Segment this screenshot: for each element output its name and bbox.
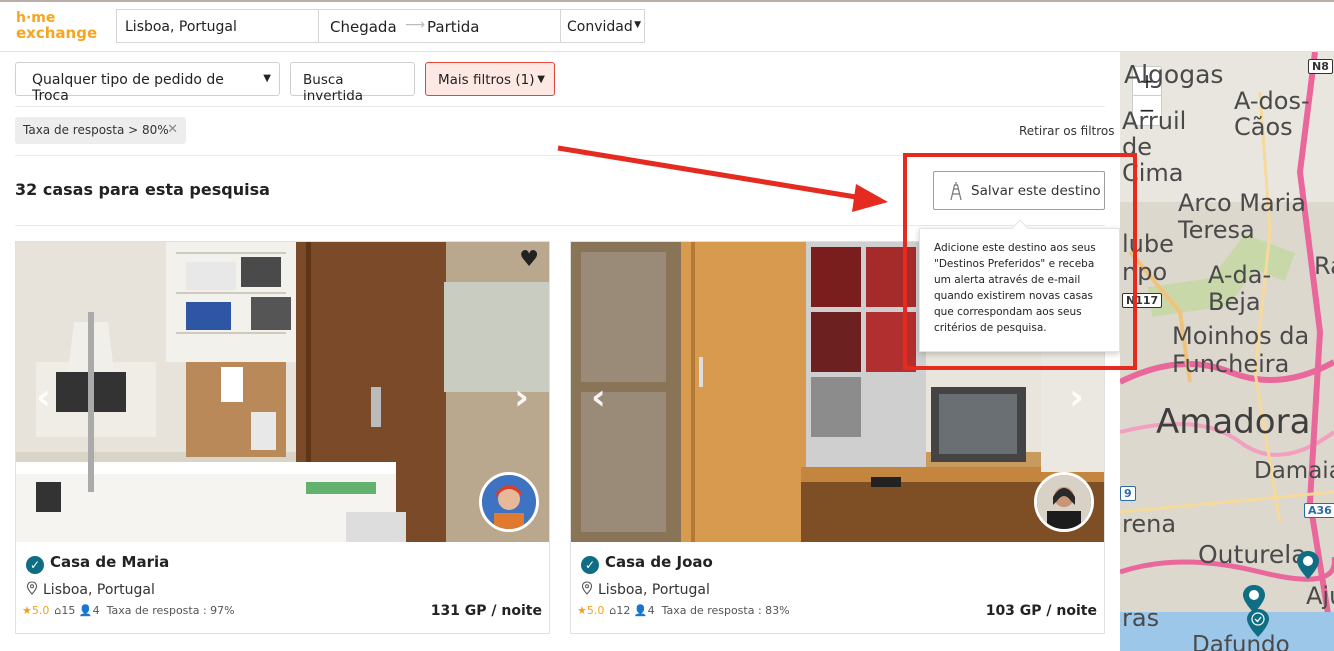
heart-icon[interactable]: ♥ xyxy=(519,247,539,272)
header: h·me exchange Lisboa, Portugal Chegada ⟶… xyxy=(0,2,1334,52)
annotation-highlight-box xyxy=(903,153,1137,370)
road-number-badge: 9 xyxy=(1120,486,1136,501)
more-filters-label: Mais filtros (1) xyxy=(438,72,535,88)
divider xyxy=(15,106,1105,107)
rating-value: 5.0 xyxy=(586,604,605,617)
date-range-picker[interactable]: Chegada ⟶ Partida xyxy=(318,9,561,43)
listing-title-text: Casa de Maria xyxy=(50,553,170,571)
listing-location-text: Lisboa, Portugal xyxy=(598,582,710,598)
guest-count: 4 xyxy=(92,604,100,617)
exchange-type-label: Qualquer tipo de pedido de Troca xyxy=(32,72,224,104)
arrow-right-icon: ⟶ xyxy=(405,17,426,33)
response-rate: Taxa de resposta : 97% xyxy=(106,604,235,617)
home-count: 15 xyxy=(61,604,76,617)
location-pin-icon xyxy=(581,581,593,595)
home-count: 12 xyxy=(616,604,631,617)
map-label: Aju xyxy=(1306,582,1334,610)
room-photo-illustration xyxy=(16,242,549,542)
guests-label: Convidad xyxy=(567,19,633,35)
map-label: Moinhos da Funcheira xyxy=(1172,322,1310,378)
close-icon[interactable]: ✕ xyxy=(167,122,178,137)
chevron-left-icon[interactable]: ‹ xyxy=(36,377,51,418)
location-value: Lisboa, Portugal xyxy=(125,19,237,35)
listing-price: 103 GP / noite xyxy=(985,603,1097,619)
chevron-down-icon: ▼ xyxy=(263,73,271,84)
location-pin-icon xyxy=(26,581,38,595)
more-filters-button[interactable]: Mais filtros (1) ▼ xyxy=(425,62,555,96)
star-icon: ★ xyxy=(577,604,587,617)
map-label: Outurela xyxy=(1198,540,1307,569)
listing-title[interactable]: ✓ Casa de Joao xyxy=(581,553,713,574)
listing-card[interactable]: ‹ › ♥ ✓ Casa de Maria Lisboa, Portugal ★5… xyxy=(15,241,550,634)
map-label: A-dos-Cãos xyxy=(1234,87,1310,141)
departure-date-field[interactable]: Partida xyxy=(427,18,480,36)
results-count: 32 casas para esta pesquisa xyxy=(15,180,270,199)
map-label: ras xyxy=(1122,604,1160,632)
verified-check-icon: ✓ xyxy=(26,556,44,574)
avatar-image xyxy=(482,475,536,529)
chevron-right-icon[interactable]: › xyxy=(514,377,529,418)
road-number-badge: A36 xyxy=(1304,503,1334,518)
listing-location: Lisboa, Portugal xyxy=(581,581,710,598)
host-avatar[interactable] xyxy=(479,472,539,532)
clear-filters-link[interactable]: Retirar os filtros xyxy=(1019,124,1115,138)
logo-line-1: h·me xyxy=(16,10,56,26)
person-icon: 👤 xyxy=(78,604,93,617)
map-pin-icon[interactable] xyxy=(1296,550,1320,580)
listing-meta: ★5.0 ⌂12 👤4 Taxa de resposta : 83% xyxy=(577,604,790,617)
listing-photo[interactable]: ‹ › ♥ xyxy=(16,242,549,542)
map-label: Damaia xyxy=(1254,458,1334,484)
map-label: A-da-Beja xyxy=(1208,261,1272,316)
chevron-left-icon[interactable]: ‹ xyxy=(591,377,606,418)
annotation-arrow xyxy=(557,145,888,212)
map-label: rena xyxy=(1122,510,1177,538)
chevron-right-icon[interactable]: › xyxy=(1069,377,1084,418)
listing-meta: ★5.0 ⌂15 👤4 Taxa de resposta : 97% xyxy=(22,604,235,617)
avatar-image xyxy=(1037,475,1091,529)
chevron-down-icon: ▼ xyxy=(537,74,545,85)
map-label: Dafundo xyxy=(1192,632,1290,651)
logo-line-2: exchange xyxy=(16,24,98,42)
listing-price: 131 GP / noite xyxy=(430,603,542,619)
star-icon: ★ xyxy=(22,604,32,617)
listing-title-text: Casa de Joao xyxy=(605,553,713,571)
map-pin-verified-icon[interactable] xyxy=(1246,608,1270,638)
verified-check-icon: ✓ xyxy=(581,556,599,574)
host-avatar[interactable] xyxy=(1034,472,1094,532)
map-label: Algogas xyxy=(1124,60,1224,89)
exchange-type-select[interactable]: Qualquer tipo de pedido de Troca ▼ xyxy=(15,62,280,104)
homeexchange-logo[interactable]: h·me exchange xyxy=(16,11,106,43)
guests-select[interactable]: Convidad ▼ xyxy=(561,9,645,43)
active-filter-chip[interactable]: Taxa de resposta > 80% ✕ xyxy=(15,117,186,144)
location-search-input[interactable]: Lisboa, Portugal xyxy=(116,9,318,43)
listing-location: Lisboa, Portugal xyxy=(26,581,155,598)
listing-title[interactable]: ✓ Casa de Maria xyxy=(26,553,169,574)
rating-value: 5.0 xyxy=(31,604,50,617)
active-filter-label: Taxa de resposta > 80% xyxy=(23,123,169,137)
map[interactable]: + − Algogas A-dos-Cãos Arruil de Cima Ar… xyxy=(1120,52,1334,651)
listing-location-text: Lisboa, Portugal xyxy=(43,582,155,598)
chevron-down-icon: ▼ xyxy=(634,20,641,30)
arrival-date-field[interactable]: Chegada xyxy=(330,18,397,36)
map-label: Amadora xyxy=(1156,402,1311,442)
map-label: Arco Maria Teresa xyxy=(1178,189,1306,244)
reverse-search-button[interactable]: Busca invertida xyxy=(290,62,415,104)
map-label: Ra xyxy=(1314,252,1334,280)
reverse-search-label: Busca invertida xyxy=(303,72,364,104)
person-icon: 👤 xyxy=(633,604,648,617)
guest-count: 4 xyxy=(647,604,655,617)
response-rate: Taxa de resposta : 83% xyxy=(661,604,790,617)
road-number-badge: N8 xyxy=(1308,59,1333,74)
